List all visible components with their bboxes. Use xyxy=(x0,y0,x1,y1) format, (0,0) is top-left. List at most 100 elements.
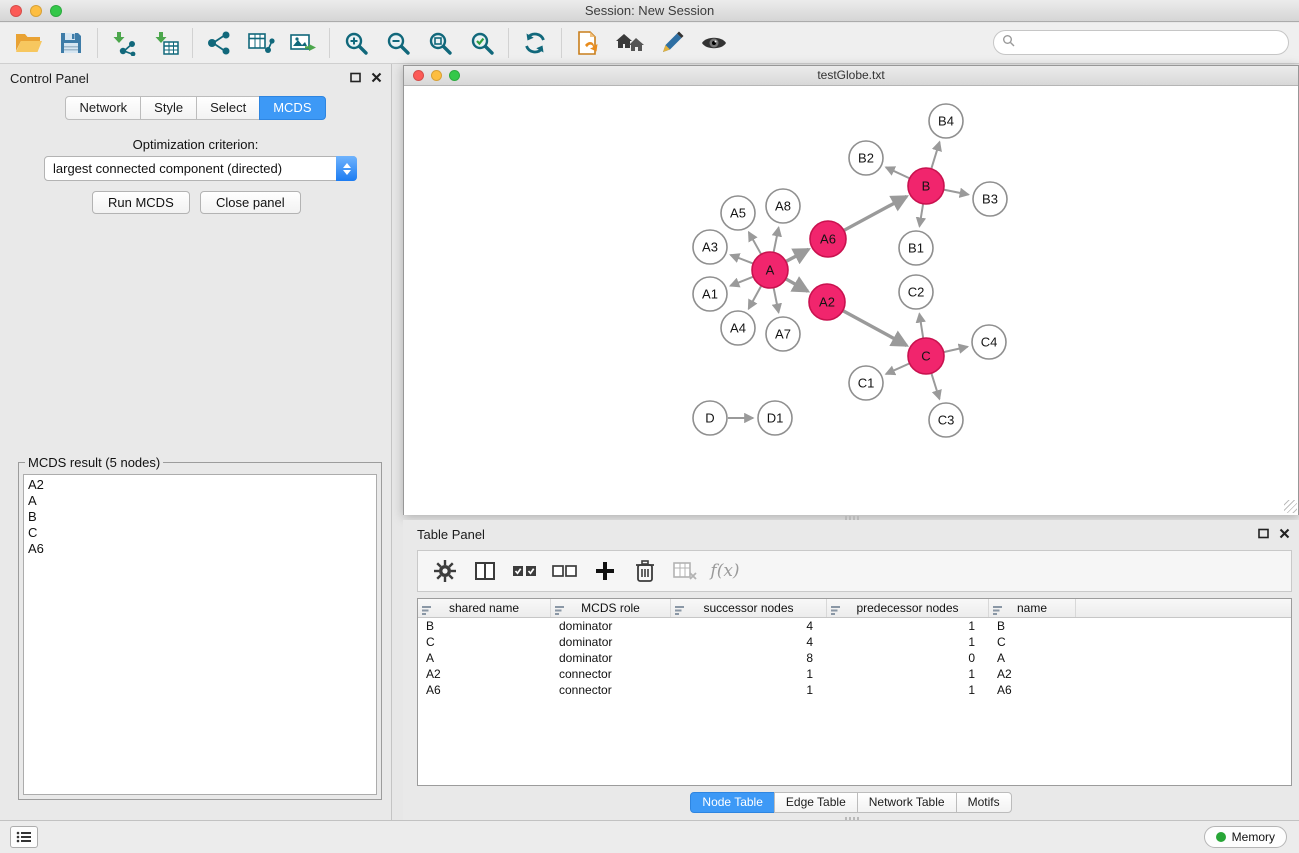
network-edge-A-A5[interactable] xyxy=(749,232,761,254)
network-edge-A-A2[interactable] xyxy=(786,279,808,291)
refresh-icon[interactable] xyxy=(514,26,556,60)
column-header-successor-nodes[interactable]: successor nodes xyxy=(671,599,827,617)
network-node-B2[interactable]: B2 xyxy=(849,141,883,175)
zoom-in-icon[interactable] xyxy=(335,26,377,60)
table-cell[interactable]: 4 xyxy=(671,618,827,634)
float-panel-icon[interactable] xyxy=(1256,526,1270,540)
table-cell[interactable]: A6 xyxy=(989,682,1076,698)
open-file-icon[interactable] xyxy=(8,26,50,60)
close-panel-button[interactable]: Close panel xyxy=(200,191,301,214)
network-edge-C-C4[interactable] xyxy=(944,347,968,352)
delete-column-icon[interactable] xyxy=(628,554,662,588)
tab-edge-table[interactable]: Edge Table xyxy=(774,792,858,813)
table-cell[interactable]: 1 xyxy=(827,682,989,698)
deselect-all-icon[interactable] xyxy=(548,554,582,588)
mcds-result-list[interactable]: A2ABCA6 xyxy=(23,474,377,795)
home-icon[interactable] xyxy=(609,26,651,60)
table-cell[interactable]: dominator xyxy=(551,618,671,634)
table-cell[interactable]: 8 xyxy=(671,650,827,666)
network-edge-B-B3[interactable] xyxy=(944,190,969,195)
select-all-icon[interactable] xyxy=(508,554,542,588)
table-cell[interactable]: C xyxy=(989,634,1076,650)
table-cell[interactable]: dominator xyxy=(551,650,671,666)
column-header-predecessor-nodes[interactable]: predecessor nodes xyxy=(827,599,989,617)
table-cell[interactable]: A2 xyxy=(989,666,1076,682)
table-cell[interactable]: 1 xyxy=(827,666,989,682)
tab-network-table[interactable]: Network Table xyxy=(857,792,957,813)
network-node-A[interactable]: A xyxy=(752,252,788,288)
zoom-selected-icon[interactable] xyxy=(461,26,503,60)
import-network-icon[interactable] xyxy=(103,26,145,60)
style-pen-icon[interactable] xyxy=(651,26,693,60)
column-header-name[interactable]: name xyxy=(989,599,1076,617)
table-row[interactable]: Adominator80A xyxy=(418,650,1291,666)
minimize-window-button[interactable] xyxy=(30,5,42,17)
network-node-D1[interactable]: D1 xyxy=(758,401,792,435)
table-settings-gear-icon[interactable] xyxy=(428,554,462,588)
table-cell[interactable]: B xyxy=(989,618,1076,634)
network-node-A8[interactable]: A8 xyxy=(766,189,800,223)
network-node-A1[interactable]: A1 xyxy=(693,277,727,311)
network-edge-C-C1[interactable] xyxy=(886,363,910,374)
network-node-C3[interactable]: C3 xyxy=(929,403,963,437)
table-cell[interactable]: 1 xyxy=(827,634,989,650)
network-edge-A-A4[interactable] xyxy=(749,286,762,309)
close-panel-icon[interactable] xyxy=(369,70,383,84)
network-node-C1[interactable]: C1 xyxy=(849,366,883,400)
window-resize-grip[interactable] xyxy=(1284,500,1297,513)
network-zoom-button[interactable] xyxy=(449,70,460,81)
table-cell[interactable]: A xyxy=(418,650,551,666)
network-edge-A-A3[interactable] xyxy=(731,255,754,264)
network-from-table-icon[interactable] xyxy=(240,26,282,60)
network-edge-C-C2[interactable] xyxy=(919,314,923,338)
task-history-button[interactable] xyxy=(10,826,38,848)
network-node-A7[interactable]: A7 xyxy=(766,317,800,351)
network-edge-B-B4[interactable] xyxy=(931,142,939,169)
zoom-window-button[interactable] xyxy=(50,5,62,17)
network-node-B4[interactable]: B4 xyxy=(929,104,963,138)
new-network-icon[interactable] xyxy=(198,26,240,60)
network-edge-A6-B[interactable] xyxy=(844,196,907,230)
table-cell[interactable]: connector xyxy=(551,666,671,682)
network-edge-A-A8[interactable] xyxy=(774,228,779,253)
table-cell[interactable]: dominator xyxy=(551,634,671,650)
tab-network[interactable]: Network xyxy=(65,96,141,120)
table-row[interactable]: Bdominator41B xyxy=(418,618,1291,634)
table-cell[interactable]: 0 xyxy=(827,650,989,666)
zoom-fit-icon[interactable] xyxy=(419,26,461,60)
zoom-out-icon[interactable] xyxy=(377,26,419,60)
tab-style[interactable]: Style xyxy=(140,96,197,120)
network-node-B3[interactable]: B3 xyxy=(973,182,1007,216)
eye-icon[interactable] xyxy=(693,26,735,60)
table-row[interactable]: A6connector11A6 xyxy=(418,682,1291,698)
close-window-button[interactable] xyxy=(10,5,22,17)
network-edge-A-A1[interactable] xyxy=(730,277,753,286)
save-session-icon[interactable] xyxy=(50,26,92,60)
table-cell[interactable]: A2 xyxy=(418,666,551,682)
network-edge-B-B1[interactable] xyxy=(920,204,924,227)
network-edge-A-A6[interactable] xyxy=(786,249,809,261)
network-node-A3[interactable]: A3 xyxy=(693,230,727,264)
add-column-icon[interactable] xyxy=(588,554,622,588)
network-node-C4[interactable]: C4 xyxy=(972,325,1006,359)
search-input[interactable] xyxy=(1020,33,1288,53)
network-edge-C-C3[interactable] xyxy=(931,373,939,399)
tab-select[interactable]: Select xyxy=(196,96,260,120)
table-cell[interactable]: A6 xyxy=(418,682,551,698)
table-cell[interactable]: connector xyxy=(551,682,671,698)
network-close-button[interactable] xyxy=(413,70,424,81)
network-node-C2[interactable]: C2 xyxy=(899,275,933,309)
show-columns-icon[interactable] xyxy=(468,554,502,588)
export-image-icon[interactable] xyxy=(282,26,324,60)
network-node-A2[interactable]: A2 xyxy=(809,284,845,320)
table-cell[interactable]: C xyxy=(418,634,551,650)
table-cell[interactable]: A xyxy=(989,650,1076,666)
network-edge-A-A7[interactable] xyxy=(774,288,779,313)
table-cell[interactable]: 1 xyxy=(671,666,827,682)
session-page-icon[interactable] xyxy=(567,26,609,60)
close-panel-icon[interactable] xyxy=(1277,526,1291,540)
float-panel-icon[interactable] xyxy=(348,70,362,84)
column-header-MCDS-role[interactable]: MCDS role xyxy=(551,599,671,617)
network-node-B1[interactable]: B1 xyxy=(899,231,933,265)
optimization-criterion-dropdown[interactable]: largest connected component (directed) xyxy=(44,156,357,181)
